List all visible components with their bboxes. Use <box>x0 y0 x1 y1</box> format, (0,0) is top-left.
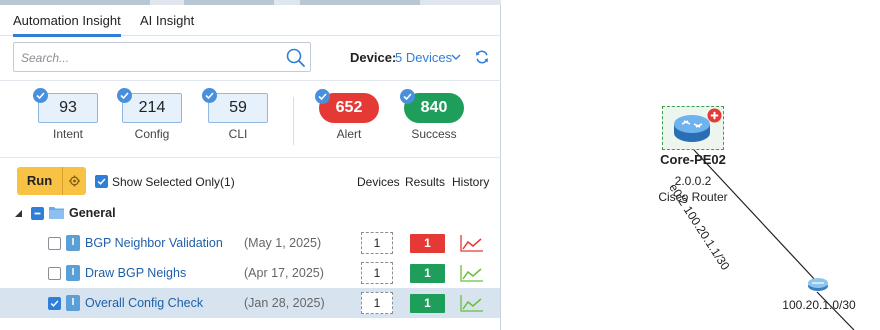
table-row[interactable]: I BGP Neighbor Validation (May 1, 2025) … <box>0 228 500 258</box>
collapse-triangle-icon[interactable] <box>15 210 23 218</box>
folder-icon <box>49 207 64 219</box>
success-counter-label: Success <box>411 127 457 141</box>
run-button[interactable]: Run <box>17 167 62 195</box>
group-checkbox-partial[interactable] <box>31 207 44 220</box>
device-count[interactable]: 1 <box>361 232 393 254</box>
check-badge-icon <box>315 89 330 104</box>
check-badge-icon <box>117 88 132 103</box>
intent-type-icon: I <box>66 295 80 311</box>
search-box <box>13 42 311 72</box>
chevron-down-icon[interactable] <box>451 51 461 63</box>
column-header-results[interactable]: Results <box>405 175 445 189</box>
row-checkbox[interactable] <box>48 237 61 250</box>
row-checkbox[interactable] <box>48 267 61 280</box>
router-icon <box>674 115 710 142</box>
row-date: (Jan 28, 2025) <box>244 296 325 310</box>
table-row[interactable]: I Draw BGP Neighs (Apr 17, 2025) 1 1 <box>0 258 500 288</box>
search-input[interactable] <box>21 49 281 67</box>
search-icon[interactable] <box>285 47 307 69</box>
check-badge-icon <box>33 88 48 103</box>
divider <box>293 97 294 145</box>
result-badge[interactable]: 1 <box>410 294 445 313</box>
cli-counter-label: CLI <box>228 127 248 141</box>
node-ip: 2.0.0.2 <box>674 174 712 188</box>
history-trend-icon[interactable] <box>460 264 484 282</box>
topology-canvas[interactable]: Core-PE02 2.0.0.2 Cisco Router e0/2 100.… <box>502 0 880 330</box>
intent-type-icon: I <box>66 235 80 251</box>
tab-ai-insight[interactable]: AI Insight <box>140 13 194 28</box>
show-selected-label[interactable]: Show Selected Only(1) <box>112 175 235 189</box>
tree-group-general: General <box>0 202 501 224</box>
node-type: Cisco Router <box>658 190 728 204</box>
row-date: (May 1, 2025) <box>244 236 322 250</box>
insight-tabs: Automation Insight AI Insight <box>0 5 501 37</box>
alert-counter-label: Alert <box>336 127 362 141</box>
row-checkbox[interactable] <box>48 297 61 310</box>
row-name[interactable]: BGP Neighbor Validation <box>85 236 223 250</box>
cli-counter[interactable]: 59 <box>208 93 268 123</box>
intent-type-icon: I <box>66 265 80 281</box>
show-selected-checkbox[interactable] <box>95 175 108 188</box>
row-date: (Apr 17, 2025) <box>244 266 324 280</box>
router-node-core-pe02[interactable] <box>662 106 724 150</box>
group-name[interactable]: General <box>69 206 116 220</box>
config-counter-label: Config <box>134 127 170 141</box>
column-header-devices[interactable]: Devices <box>357 175 400 189</box>
run-settings-gear-icon[interactable] <box>62 167 86 195</box>
result-badge[interactable]: 1 <box>410 234 445 253</box>
table-row-selected[interactable]: I Overall Config Check (Jan 28, 2025) 1 … <box>0 288 500 318</box>
column-header-history[interactable]: History <box>452 175 489 189</box>
refresh-icon[interactable] <box>474 49 490 65</box>
insight-panel: Automation Insight AI Insight Device: 5 … <box>0 0 501 330</box>
row-name[interactable]: Draw BGP Neighs <box>85 266 186 280</box>
device-count[interactable]: 1 <box>361 262 393 284</box>
device-count[interactable]: 1 <box>361 292 393 314</box>
device-filter-label: Device: <box>350 50 397 65</box>
result-badge[interactable]: 1 <box>410 264 445 283</box>
divider <box>0 80 501 81</box>
check-badge-icon <box>400 89 415 104</box>
subnet-cloud-icon[interactable] <box>807 276 829 292</box>
subnet-label[interactable]: 100.20.1.0/30 <box>774 298 864 312</box>
intent-counter-label: Intent <box>52 127 84 141</box>
history-trend-icon[interactable] <box>460 234 484 252</box>
alert-plus-badge-icon[interactable] <box>707 108 722 123</box>
divider <box>0 157 501 158</box>
row-name[interactable]: Overall Config Check <box>85 296 203 310</box>
device-filter-dropdown[interactable]: 5 Devices <box>395 50 452 65</box>
check-badge-icon <box>202 88 217 103</box>
tab-automation-insight[interactable]: Automation Insight <box>13 13 121 37</box>
history-trend-icon[interactable] <box>460 294 484 312</box>
node-name[interactable]: Core-PE02 <box>643 152 743 167</box>
